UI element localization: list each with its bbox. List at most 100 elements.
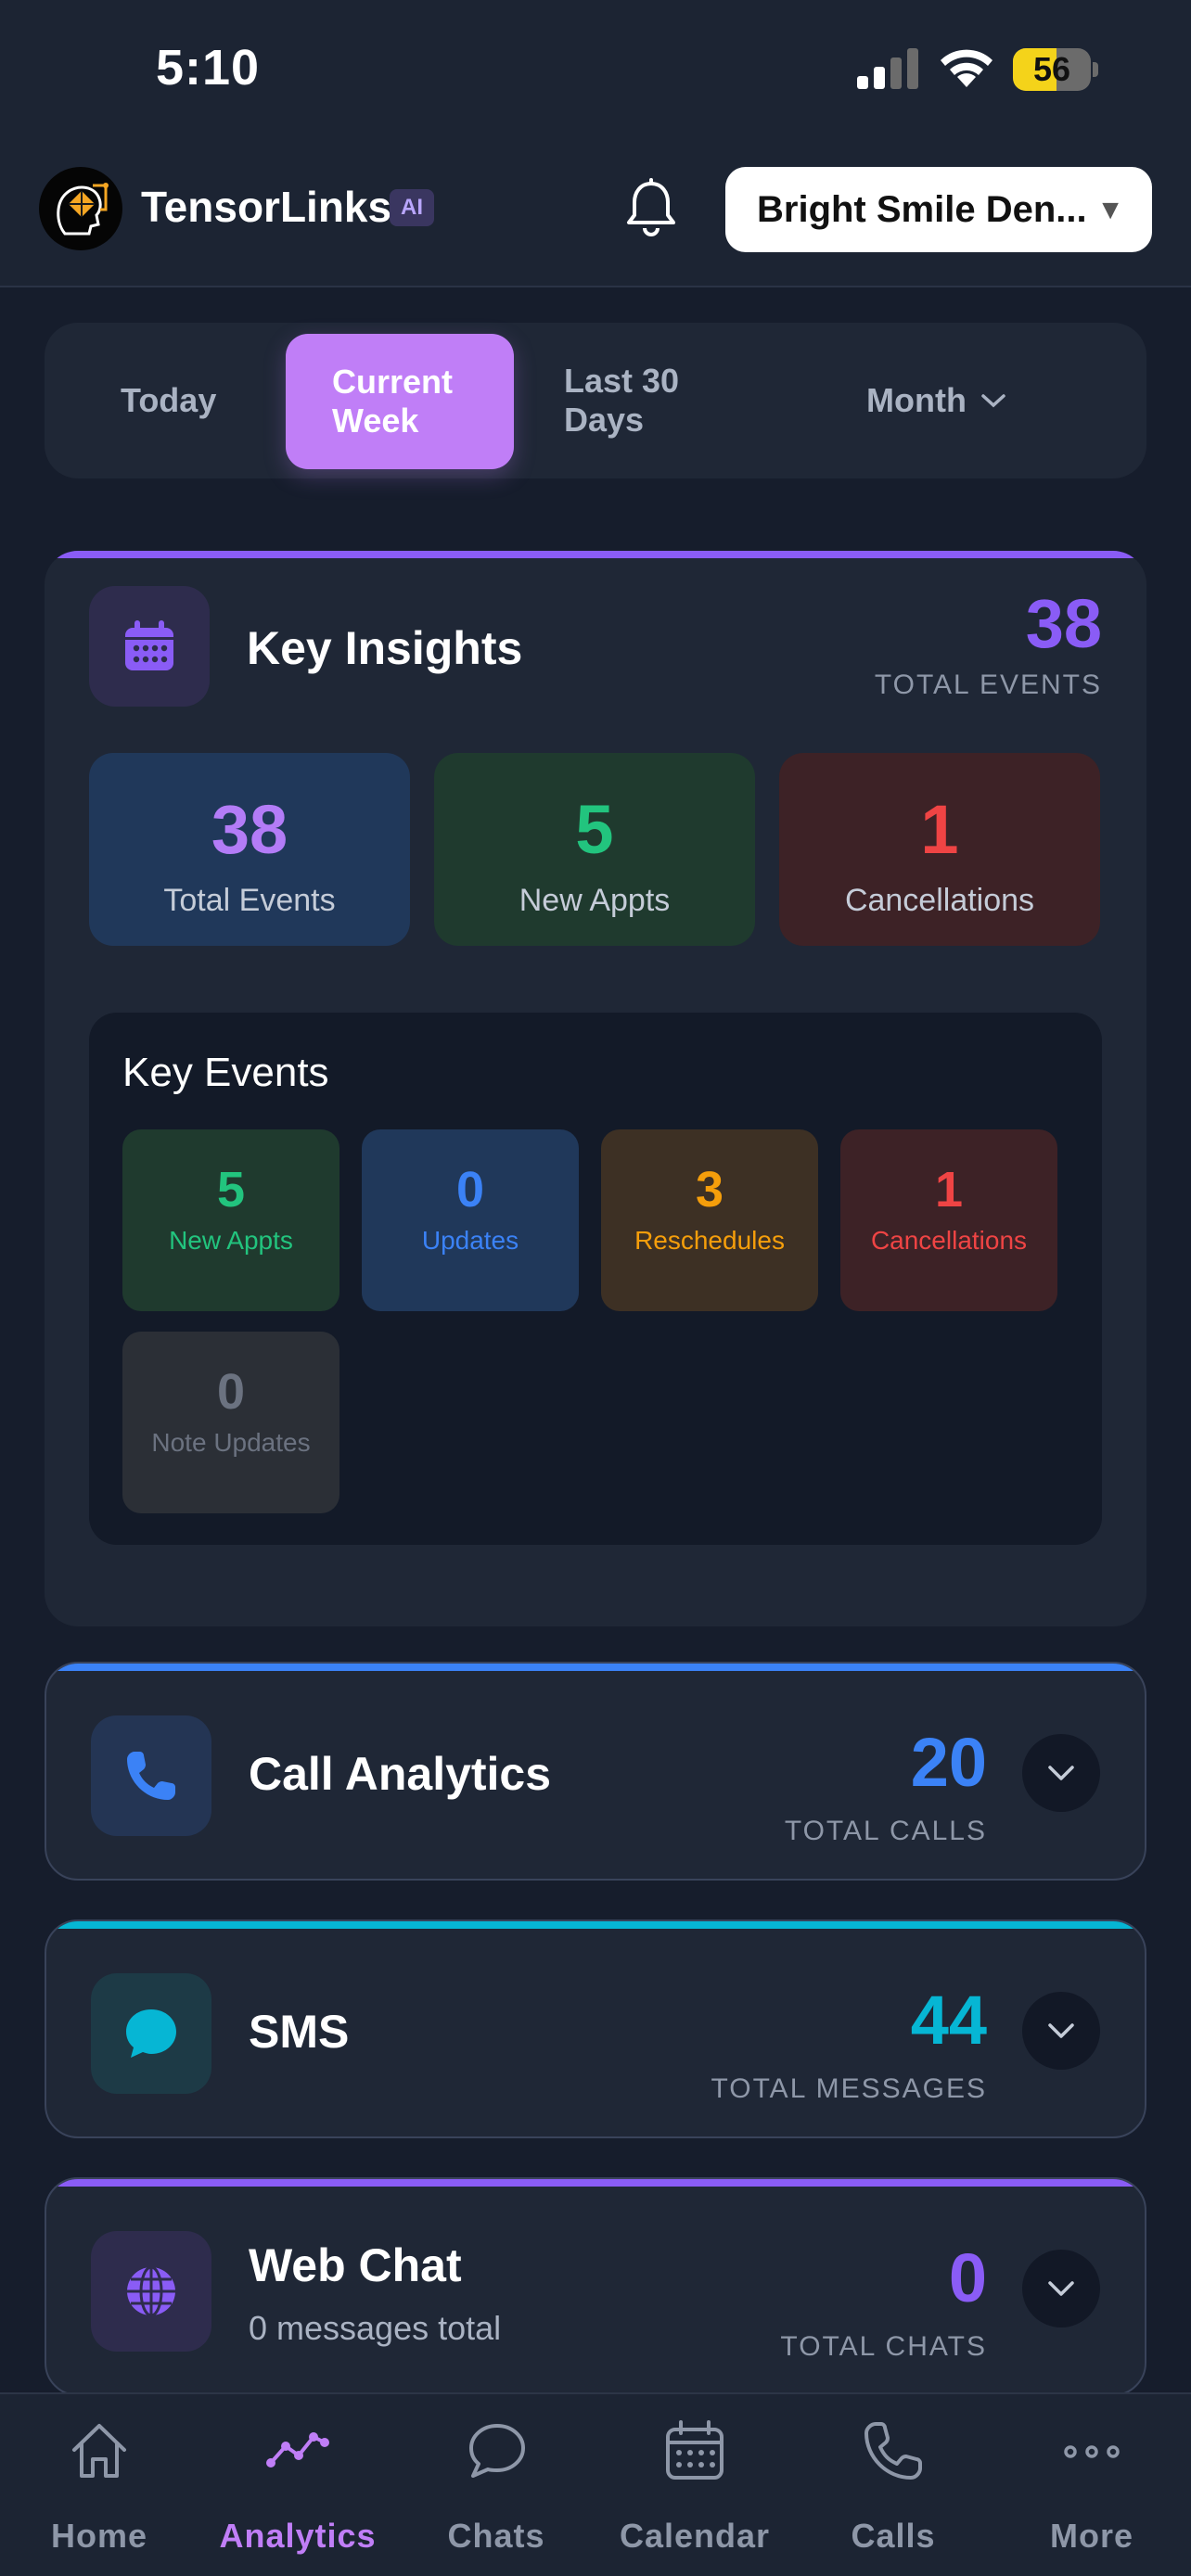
tensorlinks-logo — [39, 167, 122, 250]
key-event-value: 1 — [934, 1162, 964, 1218]
stat-tile-value: 5 — [575, 791, 614, 868]
ai-badge: AI — [390, 189, 434, 226]
analytics-trend-icon — [266, 2432, 329, 2468]
tab-today[interactable]: Today — [121, 323, 216, 478]
chevron-down-icon — [1048, 1766, 1074, 1780]
tab-month-label: Month — [866, 381, 967, 419]
key-event-label: Reschedules — [634, 1226, 785, 1255]
chevron-down-icon — [1048, 2281, 1074, 2296]
nav-calendar-label: Calendar — [619, 2517, 771, 2555]
stat-tile: 38 Total Events — [89, 753, 410, 946]
brand-name: TensorLinks — [141, 183, 392, 231]
card-accent-bar — [46, 1664, 1145, 1671]
expand-sms-button[interactable] — [1022, 1992, 1100, 2070]
tab-current-week-label: Current Week — [332, 363, 454, 440]
key-events-panel: Key Events 5 New Appts 0 Updates 3 Reschedule… — [89, 1013, 1102, 1545]
card-accent-bar — [46, 1921, 1145, 1929]
nav-calls[interactable]: Calls — [794, 2394, 992, 2576]
stat-tile-label: Cancellations — [844, 883, 1035, 918]
home-icon — [72, 2424, 126, 2478]
nav-analytics[interactable]: Analytics — [198, 2394, 397, 2576]
chevron-down-icon — [981, 394, 1005, 408]
cellular-signal-icon — [857, 48, 918, 89]
calendar-icon — [666, 2420, 724, 2480]
stat-tile-value: 1 — [920, 791, 959, 868]
key-event-value: 3 — [695, 1162, 724, 1218]
status-bar: 5:10 56 — [0, 0, 1191, 139]
stat-tile: 1 Cancellations — [779, 753, 1100, 946]
nav-chats-label: Chats — [447, 2517, 545, 2555]
web-chat-card[interactable]: Web Chat 0 messages total 0 TOTAL CHATS — [45, 2177, 1146, 2396]
key-event-label: Updates — [421, 1226, 519, 1255]
total-chats-count: 0 — [948, 2239, 987, 2316]
stat-tile-label: Total Events — [163, 883, 336, 918]
nav-more[interactable]: More — [992, 2394, 1191, 2576]
expand-call-analytics-button[interactable] — [1022, 1734, 1100, 1812]
calendar-icon-box — [89, 586, 210, 707]
key-event-tile: 5 New Appts — [122, 1129, 339, 1311]
key-event-value: 5 — [216, 1162, 246, 1218]
key-event-value: 0 — [216, 1364, 246, 1420]
stat-tile-value: 38 — [211, 791, 288, 868]
total-events-count: 38 — [1025, 585, 1102, 662]
total-messages-label: TOTAL MESSAGES — [711, 2073, 987, 2104]
key-event-value: 0 — [455, 1162, 485, 1218]
nav-home-label: Home — [50, 2517, 148, 2555]
chat-icon — [469, 2424, 525, 2478]
sms-title: SMS — [249, 2006, 350, 2058]
key-event-label: New Appts — [169, 1226, 293, 1255]
card-accent-bar — [45, 551, 1146, 558]
globe-icon-box — [91, 2231, 211, 2352]
tab-today-label: Today — [121, 381, 217, 419]
notifications-bell-icon[interactable] — [623, 178, 679, 239]
sms-card[interactable]: SMS 44 TOTAL MESSAGES — [45, 1919, 1146, 2138]
nav-analytics-label: Analytics — [219, 2517, 377, 2555]
dropdown-caret-icon: ▼ — [1096, 195, 1124, 225]
tab-last-30-days[interactable]: Last 30 Days — [564, 323, 703, 478]
app-header: TensorLinks AI Bright Smile Den... ▼ — [0, 139, 1191, 287]
chat-bubble-icon-box — [91, 1973, 211, 2094]
tab-current-week[interactable]: Current Week — [286, 334, 514, 469]
call-analytics-card[interactable]: Call Analytics 20 TOTAL CALLS — [45, 1662, 1146, 1881]
nav-chats[interactable]: Chats — [397, 2394, 596, 2576]
call-analytics-title: Call Analytics — [249, 1748, 552, 1800]
battery-percent: 56 — [1032, 50, 1071, 88]
practice-selector-dropdown[interactable]: Bright Smile Den... ▼ — [725, 167, 1152, 252]
more-dots-icon — [1064, 2445, 1120, 2458]
practice-selector-value: Bright Smile Den... — [757, 189, 1087, 230]
total-calls-label: TOTAL CALLS — [784, 1816, 987, 1846]
battery-indicator: 56 — [1013, 48, 1098, 91]
key-insights-title: Key Insights — [247, 622, 523, 674]
expand-web-chat-button[interactable] — [1022, 2250, 1100, 2327]
key-events-title: Key Events — [122, 1050, 329, 1095]
total-calls-count: 20 — [910, 1724, 987, 1801]
web-chat-title: Web Chat — [249, 2239, 462, 2291]
bottom-navigation: Home Analytics Chats Calendar Calls More — [0, 2392, 1191, 2576]
nav-home[interactable]: Home — [0, 2394, 198, 2576]
stat-tile-label: New Appts — [519, 883, 671, 918]
phone-icon-box — [91, 1715, 211, 1836]
key-insights-card: Key Insights 38 TOTAL EVENTS 38 Total Eve… — [45, 551, 1146, 1626]
status-time: 5:10 — [156, 40, 261, 96]
key-event-tile: 0 Note Updates — [122, 1332, 339, 1513]
chevron-down-icon — [1048, 2023, 1074, 2038]
total-messages-count: 44 — [910, 1982, 987, 2059]
calendar-icon — [125, 620, 173, 670]
key-event-label: Cancellations — [870, 1226, 1028, 1255]
web-chat-subtitle: 0 messages total — [249, 2309, 502, 2347]
globe-icon — [127, 2265, 175, 2317]
key-event-tile: 3 Reschedules — [601, 1129, 818, 1311]
key-event-tile: 1 Cancellations — [840, 1129, 1057, 1311]
date-range-tabs: Today Current Week Last 30 Days Month — [45, 323, 1146, 478]
nav-calendar[interactable]: Calendar — [596, 2394, 794, 2576]
phone-icon — [127, 1752, 175, 1800]
wifi-icon — [941, 49, 992, 87]
tab-month-dropdown[interactable]: Month — [866, 323, 1007, 478]
tab-last-30-days-label: Last 30 Days — [564, 362, 680, 439]
key-event-label: Note Updates — [151, 1428, 311, 1457]
stat-tile: 5 New Appts — [434, 753, 755, 946]
nav-more-label: More — [1049, 2517, 1133, 2555]
nav-calls-label: Calls — [851, 2517, 936, 2555]
chat-bubble-icon — [126, 2009, 176, 2058]
total-chats-label: TOTAL CHATS — [780, 2331, 987, 2362]
